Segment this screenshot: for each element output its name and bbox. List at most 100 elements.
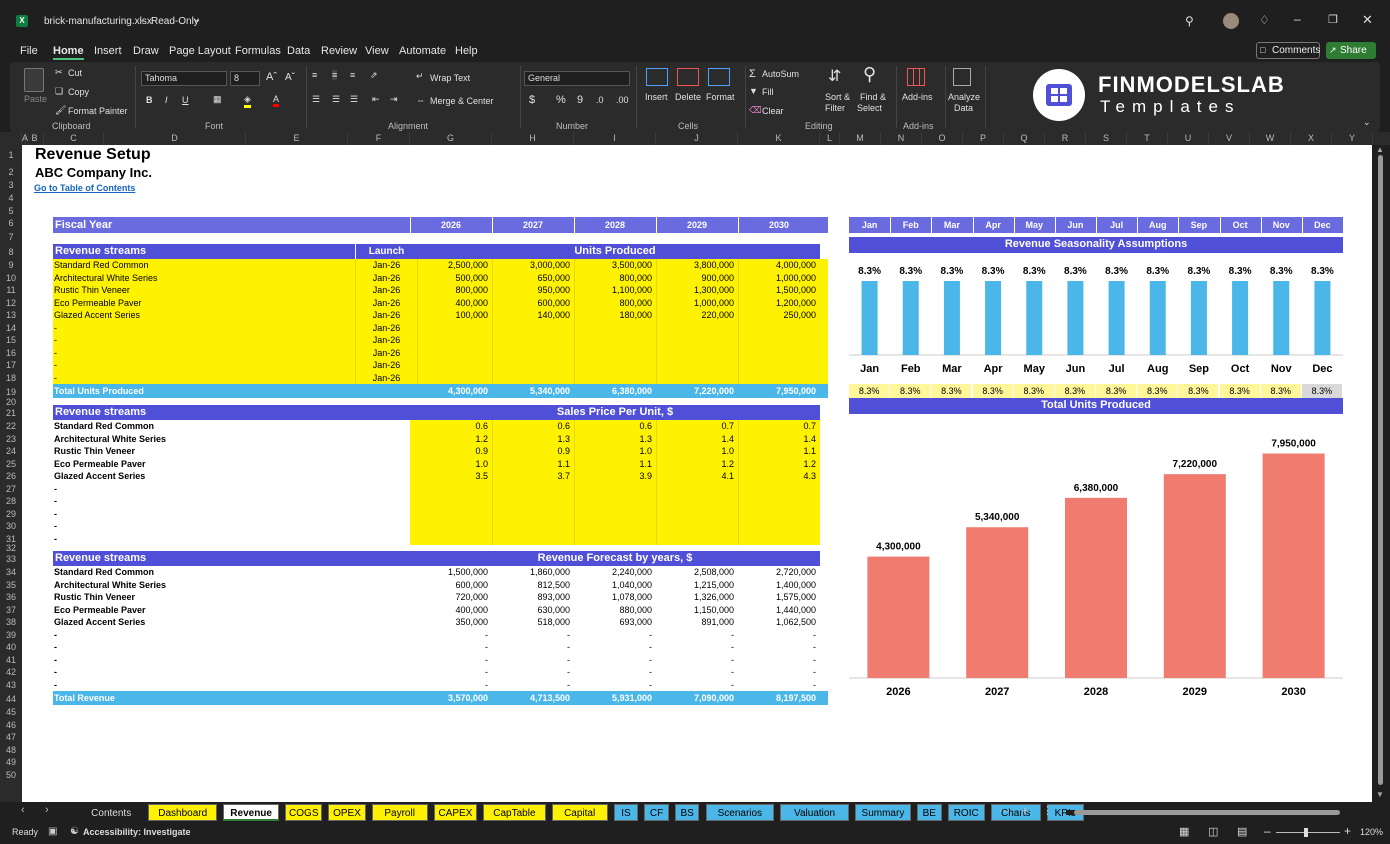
table-row-name[interactable]: Standard Red Common [54, 259, 149, 271]
seasonality-value-cell[interactable]: 8.3% [1301, 384, 1342, 398]
decrease-font-icon[interactable]: Aˇ [285, 72, 295, 83]
tab-contents[interactable]: Contents [80, 804, 142, 821]
table-row-name[interactable]: Eco Permeable Paver [54, 604, 146, 616]
tab-dashboard[interactable]: Dashboard [148, 804, 218, 821]
table-cell[interactable]: 2,240,000 [574, 566, 652, 578]
row-header[interactable]: 3 [0, 180, 22, 190]
decrease-indent-icon[interactable]: ⇤ [372, 94, 380, 105]
table-cell[interactable]: 1,215,000 [656, 579, 734, 591]
table-cell[interactable]: 880,000 [574, 604, 652, 616]
column-header[interactable]: V [1209, 132, 1250, 145]
borders-icon[interactable]: ▦ [213, 94, 222, 105]
toc-link[interactable]: Go to Table of Contents [34, 182, 135, 194]
menu-review[interactable]: Review [321, 45, 357, 57]
worksheet[interactable]: Revenue Setup ABC Company Inc. Go to Tab… [22, 145, 1372, 802]
table-cell[interactable]: - [410, 654, 488, 666]
table-cell[interactable]: - [738, 666, 816, 678]
table-cell[interactable]: 0.6 [410, 420, 488, 432]
table-cell[interactable]: 3,000,000 [492, 259, 570, 271]
row-header[interactable]: 28 [0, 496, 22, 506]
row-header[interactable]: 24 [0, 446, 22, 456]
row-header[interactable]: 41 [0, 655, 22, 665]
seasonality-value-cell[interactable]: 8.3% [849, 384, 890, 398]
seasonality-value-cell[interactable]: 8.3% [1137, 384, 1178, 398]
column-header[interactable]: D [104, 132, 246, 145]
comments-button[interactable]: □ Comments [1256, 42, 1320, 59]
align-right-icon[interactable]: ☰ [350, 94, 358, 105]
table-row-name[interactable]: - [54, 334, 57, 346]
seasonality-value-cell[interactable]: 8.3% [1013, 384, 1054, 398]
align-bottom-icon[interactable]: ≡ [350, 70, 355, 80]
table-cell[interactable]: 1,575,000 [738, 591, 816, 603]
table-cell[interactable]: 0.6 [492, 420, 570, 432]
row-header[interactable]: 20 [0, 397, 22, 407]
table-cell[interactable]: 100,000 [410, 309, 488, 321]
table-row-name[interactable]: Eco Permeable Paver [54, 458, 146, 470]
cut-button[interactable]: Cut [68, 68, 82, 78]
table-cell[interactable]: 1.0 [656, 445, 734, 457]
table-cell[interactable]: - [738, 679, 816, 691]
row-header[interactable]: 42 [0, 667, 22, 677]
table-cell[interactable]: 4.3 [738, 470, 816, 482]
row-header[interactable]: 39 [0, 630, 22, 640]
table-cell[interactable]: 1.1 [574, 458, 652, 470]
table-row-name[interactable]: Architectural White Series [54, 433, 166, 445]
chevron-down-icon[interactable]: ⌄ [193, 14, 201, 25]
column-header[interactable]: I [574, 132, 656, 145]
column-header[interactable]: X [1291, 132, 1332, 145]
column-header[interactable]: N [881, 132, 922, 145]
avatar[interactable] [1223, 13, 1239, 29]
zoom-in-icon[interactable]: + [1344, 824, 1351, 838]
table-cell[interactable]: 400,000 [410, 604, 488, 616]
table-row-name[interactable]: - [54, 641, 57, 653]
row-header[interactable]: 25 [0, 459, 22, 469]
menu-page-layout[interactable]: Page Layout [169, 45, 231, 57]
tab-payroll[interactable]: Payroll [371, 804, 428, 821]
menu-file[interactable]: File [20, 45, 38, 57]
column-header[interactable]: L [820, 132, 840, 145]
table-row-name[interactable]: - [54, 533, 57, 545]
comma-icon[interactable]: 9 [577, 94, 583, 106]
column-header[interactable]: M [840, 132, 881, 145]
table-cell[interactable]: 1,400,000 [738, 579, 816, 591]
align-center-icon[interactable]: ☰ [332, 94, 340, 105]
row-header[interactable]: 50 [0, 770, 22, 780]
table-row-name[interactable]: - [54, 654, 57, 666]
analyze-data-button[interactable]: Analyze [948, 92, 980, 102]
table-cell[interactable]: 1,000,000 [738, 272, 816, 284]
row-header[interactable]: 44 [0, 694, 22, 704]
row-header[interactable]: 2 [0, 167, 22, 177]
tab-opex[interactable]: OPEX [328, 804, 366, 821]
table-cell[interactable]: 600,000 [410, 579, 488, 591]
tab-capital[interactable]: Capital [551, 804, 608, 821]
row-header[interactable]: 33 [0, 554, 22, 564]
row-header[interactable]: 40 [0, 642, 22, 652]
tab-summary[interactable]: Summary [854, 804, 911, 821]
table-cell[interactable]: 1.0 [574, 445, 652, 457]
currency-icon[interactable]: $ [529, 94, 535, 106]
table-row-name[interactable]: - [54, 495, 57, 507]
table-cell[interactable]: 950,000 [492, 284, 570, 296]
h-scroll-thumb[interactable] [1074, 810, 1340, 815]
tab-capex[interactable]: CAPEX [433, 804, 478, 821]
table-cell[interactable]: 900,000 [656, 272, 734, 284]
table-cell[interactable]: 500,000 [410, 272, 488, 284]
page-break-view-icon[interactable]: ▤ [1237, 825, 1247, 838]
table-row-name[interactable]: Architectural White Series [54, 579, 166, 591]
row-header[interactable]: 14 [0, 323, 22, 333]
percent-icon[interactable]: % [556, 94, 566, 106]
menu-home[interactable]: Home [53, 45, 84, 60]
table-cell[interactable]: 800,000 [574, 272, 652, 284]
column-header[interactable]: F [348, 132, 410, 145]
row-header[interactable]: 18 [0, 373, 22, 383]
table-cell[interactable]: - [738, 654, 816, 666]
format-cells-button[interactable]: Format [706, 92, 735, 102]
insert-cells-button[interactable]: Insert [645, 92, 668, 102]
diamond-icon[interactable]: ♢ [1259, 13, 1270, 27]
fill-color-icon[interactable]: ◈ [244, 94, 251, 108]
bold-icon[interactable]: B [146, 95, 153, 105]
table-cell[interactable]: - [574, 629, 652, 641]
merge-center-button[interactable]: Merge & Center [430, 96, 494, 106]
table-cell[interactable]: 693,000 [574, 616, 652, 628]
table-cell[interactable]: - [656, 679, 734, 691]
